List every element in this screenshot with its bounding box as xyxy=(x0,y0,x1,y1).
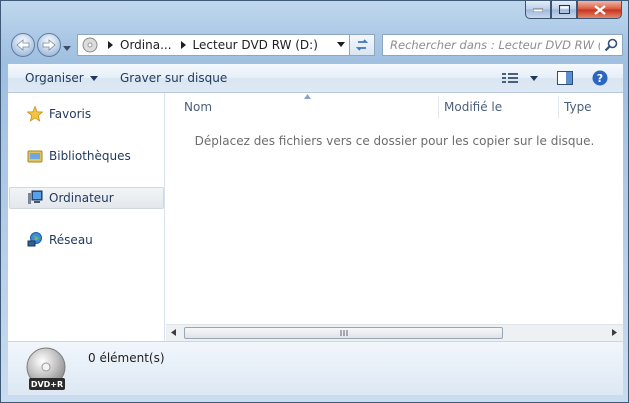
maximize-button[interactable] xyxy=(551,1,577,19)
forward-arrow-icon xyxy=(42,39,56,51)
address-bar[interactable]: Ordina... Lecteur DVD RW (D:) xyxy=(77,34,375,56)
maximize-icon xyxy=(558,5,570,14)
help-icon: ? xyxy=(592,70,608,86)
details-pane: DVD+R 0 élément(s) xyxy=(8,341,623,395)
caption-buttons xyxy=(525,1,622,20)
burn-label: Graver sur disque xyxy=(120,71,228,85)
drive-icon xyxy=(82,37,98,53)
chevron-down-icon xyxy=(337,42,345,47)
dvd-disc-icon: DVD+R xyxy=(24,346,70,392)
breadcrumb-drive[interactable]: Lecteur DVD RW (D:) xyxy=(193,38,318,52)
close-icon xyxy=(593,4,606,15)
breadcrumb-separator-icon xyxy=(180,41,186,49)
sidebar-item-label: Réseau xyxy=(49,233,93,247)
star-icon xyxy=(26,105,44,123)
empty-folder-message: Déplacez des fichiers vers ce dossier po… xyxy=(194,134,595,148)
search-icon[interactable] xyxy=(604,38,618,52)
address-dropdown[interactable] xyxy=(337,42,345,47)
content-area: Favoris Bibliothèques Ordinateur Réseau xyxy=(8,93,623,341)
svg-text:?: ? xyxy=(597,72,603,85)
grip-icon xyxy=(340,330,347,336)
column-header-type[interactable]: Type xyxy=(564,95,592,119)
scroll-right-icon[interactable] xyxy=(612,329,617,336)
explorer-window: Ordina... Lecteur DVD RW (D:) Organiser xyxy=(0,0,629,403)
refresh-icon xyxy=(355,39,369,51)
chevron-down-icon xyxy=(530,75,538,81)
sidebar-item-label: Favoris xyxy=(49,107,92,121)
close-button[interactable] xyxy=(577,1,622,19)
breadcrumb-separator-icon xyxy=(108,41,113,49)
organize-button[interactable]: Organiser xyxy=(25,64,98,92)
chevron-down-icon xyxy=(63,46,71,51)
help-button[interactable]: ? xyxy=(592,64,608,92)
view-options-button[interactable] xyxy=(502,64,538,92)
column-divider[interactable] xyxy=(438,96,439,118)
column-header-name[interactable]: Nom xyxy=(184,95,212,119)
view-options-icon xyxy=(502,73,518,83)
column-header-label: Type xyxy=(564,100,592,114)
organize-label: Organiser xyxy=(25,71,84,85)
scroll-left-icon[interactable] xyxy=(171,329,176,336)
column-header-label: Modifié le xyxy=(444,100,503,114)
navigation-bar: Ordina... Lecteur DVD RW (D:) xyxy=(1,26,628,64)
horizontal-scrollbar[interactable] xyxy=(166,324,623,341)
column-header-modified[interactable]: Modifié le xyxy=(444,95,502,119)
sidebar-item-favorites[interactable]: Favoris xyxy=(9,103,164,125)
computer-icon xyxy=(26,189,44,207)
navigation-pane: Favoris Bibliothèques Ordinateur Réseau xyxy=(8,93,165,341)
sidebar-item-network[interactable]: Réseau xyxy=(9,229,164,251)
column-divider[interactable] xyxy=(558,96,559,118)
sidebar-item-label: Bibliothèques xyxy=(49,149,131,163)
libraries-icon xyxy=(26,147,44,165)
back-arrow-icon xyxy=(16,39,30,51)
search-input[interactable] xyxy=(383,37,602,53)
sidebar-item-computer[interactable]: Ordinateur xyxy=(9,187,164,209)
search-box xyxy=(382,34,623,56)
column-header-label: Nom xyxy=(184,100,213,114)
sort-ascending-icon xyxy=(304,94,311,99)
breadcrumb-computer[interactable]: Ordina... xyxy=(120,38,172,52)
disc-type-label: DVD+R xyxy=(30,380,64,389)
chevron-down-icon xyxy=(89,75,98,81)
preview-pane-button[interactable] xyxy=(557,64,573,92)
preview-pane-icon xyxy=(557,71,573,85)
burn-to-disc-button[interactable]: Graver sur disque xyxy=(120,64,227,92)
network-icon xyxy=(26,231,44,249)
back-button[interactable] xyxy=(11,33,35,57)
file-list: Nom Modifié le Type Déplacez des fichier… xyxy=(166,93,623,341)
sidebar-item-label: Ordinateur xyxy=(49,191,114,205)
scrollbar-thumb[interactable] xyxy=(184,327,503,339)
minimize-button[interactable] xyxy=(525,1,551,19)
sidebar-item-libraries[interactable]: Bibliothèques xyxy=(9,145,164,167)
forward-button[interactable] xyxy=(37,33,61,57)
refresh-button[interactable] xyxy=(349,35,374,55)
minimize-icon xyxy=(533,8,543,12)
recent-pages-dropdown[interactable] xyxy=(63,41,71,55)
command-bar: Organiser Graver sur disque ? xyxy=(8,64,623,93)
item-count: 0 élément(s) xyxy=(88,351,165,365)
